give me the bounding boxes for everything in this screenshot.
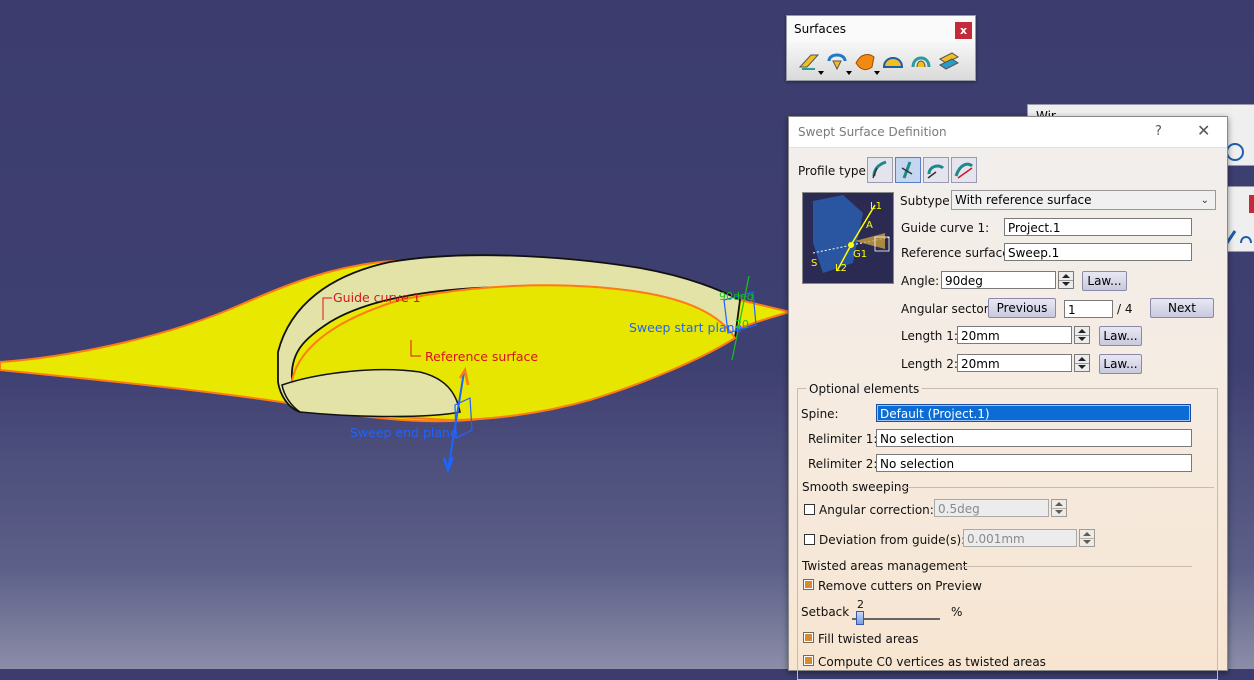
- close-icon[interactable]: x: [955, 22, 972, 39]
- length-tag: 20: [735, 318, 749, 331]
- angular-correction-checkbox[interactable]: [804, 504, 815, 515]
- preview-a-label: A: [866, 220, 873, 231]
- remove-cutters-label: Remove cutters on Preview: [818, 579, 982, 593]
- angular-sector-field[interactable]: 1: [1064, 300, 1113, 318]
- twisted-areas-divider: [952, 566, 1192, 567]
- sweep-surface-icon[interactable]: [853, 49, 880, 75]
- profile-type-label: Profile type:: [798, 164, 870, 178]
- blend-surface-icon[interactable]: [937, 49, 961, 73]
- preview-l1-label: L1: [870, 201, 882, 212]
- angle-law-button[interactable]: Law...: [1082, 271, 1127, 291]
- setback-unit: %: [951, 605, 963, 619]
- length-2-field[interactable]: 20mm: [957, 354, 1072, 372]
- setback-label: Setback: [801, 605, 850, 619]
- angle-label: Angle:: [901, 274, 940, 288]
- help-icon[interactable]: ?: [1155, 124, 1162, 139]
- deviation-spinner[interactable]: [1079, 529, 1095, 547]
- next-button[interactable]: Next: [1150, 298, 1214, 318]
- relimiter-1-label: Relimiter 1:: [808, 432, 878, 446]
- relimiter-2-field[interactable]: No selection: [876, 454, 1192, 472]
- multi-section-surface-icon[interactable]: [909, 49, 933, 73]
- reference-surface-field-label: Reference surface:: [901, 246, 1014, 260]
- dialog-title: Swept Surface Definition: [798, 125, 947, 139]
- profile-type-explicit-button[interactable]: [867, 157, 893, 183]
- compute-c0-label: Compute C0 vertices as twisted areas: [818, 655, 1046, 669]
- previous-button[interactable]: Previous: [988, 298, 1056, 318]
- smooth-sweeping-label: Smooth sweeping: [802, 480, 910, 494]
- profile-type-conic-button[interactable]: [951, 157, 977, 183]
- angular-correction-spinner[interactable]: [1051, 499, 1067, 517]
- compute-c0-checkbox[interactable]: [803, 655, 814, 666]
- length-1-spinner[interactable]: [1074, 326, 1090, 344]
- subtype-label: Subtype:: [900, 194, 954, 208]
- fill-twisted-checkbox[interactable]: [803, 632, 814, 643]
- length-1-field[interactable]: 20mm: [957, 326, 1072, 344]
- sweep-start-plane-label: Sweep start plane: [629, 320, 743, 335]
- relimiter-2-label: Relimiter 2:: [808, 457, 878, 471]
- length-2-law-button[interactable]: Law...: [1099, 354, 1142, 374]
- reference-surface-field[interactable]: Sweep.1: [1004, 243, 1192, 261]
- guide-curve-1-label: Guide curve 1:: [901, 221, 990, 235]
- angle-spinner[interactable]: [1058, 271, 1074, 289]
- dialog-titlebar[interactable]: Swept Surface Definition ? ✕: [789, 117, 1227, 148]
- length-2-label: Length 2:: [901, 357, 958, 371]
- angular-sector-label: Angular sector:: [901, 302, 993, 316]
- deviation-checkbox[interactable]: [804, 534, 815, 545]
- preview-s-label: S: [811, 258, 818, 269]
- guide-curve-label: Guide curve 1: [333, 290, 421, 305]
- length-2-spinner[interactable]: [1074, 354, 1090, 372]
- preview-g1-label: G1: [853, 249, 868, 260]
- angular-correction-label: Angular correction:: [819, 503, 934, 517]
- angular-correction-field[interactable]: 0.5deg: [934, 499, 1049, 517]
- sweep-end-plane-label: Sweep end plane: [350, 425, 458, 440]
- setback-value: 2: [857, 598, 864, 611]
- optional-elements-label: Optional elements: [806, 382, 923, 396]
- tool-icon[interactable]: [1225, 227, 1254, 247]
- smooth-sweeping-divider: [902, 487, 1214, 488]
- close-icon[interactable]: ✕: [1197, 121, 1210, 140]
- twisted-areas-label: Twisted areas management: [802, 559, 968, 573]
- length-1-label: Length 1:: [901, 329, 958, 343]
- angular-sector-total: / 4: [1117, 302, 1133, 316]
- deviation-field[interactable]: 0.001mm: [963, 529, 1077, 547]
- revolve-surface-icon[interactable]: [825, 49, 852, 75]
- length-1-law-button[interactable]: Law...: [1099, 326, 1142, 346]
- profile-type-circle-button[interactable]: [923, 157, 949, 183]
- spine-label: Spine:: [801, 407, 839, 421]
- setback-slider-track[interactable]: [852, 618, 940, 620]
- subtype-value: With reference surface: [955, 193, 1092, 207]
- surfaces-toolbar-title: Surfaces: [787, 16, 975, 42]
- extrude-surface-icon[interactable]: [797, 49, 824, 75]
- surfaces-toolbar[interactable]: Surfaces x: [786, 15, 976, 81]
- angle-field[interactable]: 90deg: [941, 271, 1056, 289]
- subtype-preview-image: L1 A G1 S L2: [802, 192, 894, 284]
- preview-l2-label: L2: [835, 263, 847, 274]
- reference-surface-label: Reference surface: [425, 349, 539, 364]
- remove-cutters-checkbox[interactable]: [803, 579, 814, 590]
- relimiter-1-field[interactable]: No selection: [876, 429, 1192, 447]
- setback-slider-thumb[interactable]: [856, 611, 864, 625]
- guide-curve-1-field[interactable]: Project.1: [1004, 218, 1192, 236]
- subtype-select[interactable]: With reference surface ⌄: [951, 190, 1216, 210]
- deviation-label: Deviation from guide(s):: [819, 533, 966, 547]
- close-icon[interactable]: [1249, 195, 1254, 213]
- angle-tag: 90deg: [719, 290, 754, 303]
- fill-surface-icon[interactable]: [881, 49, 905, 73]
- chevron-down-icon: ⌄: [1200, 195, 1209, 206]
- profile-type-line-button[interactable]: [895, 157, 921, 183]
- spine-field[interactable]: Default (Project.1): [876, 404, 1191, 422]
- fill-twisted-label: Fill twisted areas: [818, 632, 919, 646]
